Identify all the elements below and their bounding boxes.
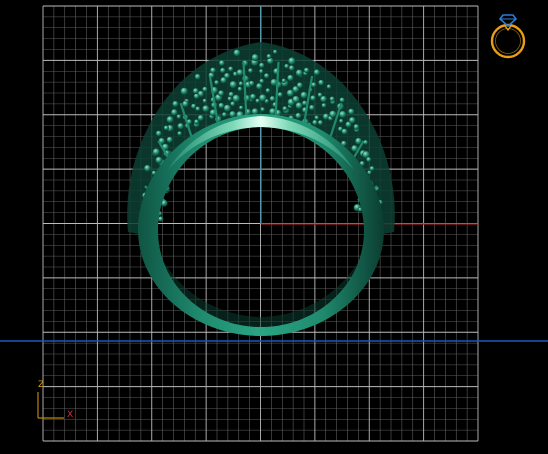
pave-gem xyxy=(258,68,264,74)
pave-gem xyxy=(218,59,225,67)
pave-gem xyxy=(317,119,324,126)
pave-gem xyxy=(260,106,266,112)
pave-gem xyxy=(193,119,200,125)
pave-gem xyxy=(152,148,161,156)
pave-gem xyxy=(170,108,178,116)
pave-gem xyxy=(317,92,323,98)
pave-gem xyxy=(269,95,276,102)
pave-gem xyxy=(338,110,347,119)
pave-gem xyxy=(219,67,226,74)
pave-gem xyxy=(272,49,278,55)
pave-gem xyxy=(338,118,344,124)
pave-gem xyxy=(163,125,169,131)
ring-view-icon[interactable] xyxy=(486,8,530,62)
pave-gem xyxy=(229,110,237,118)
pave-gem xyxy=(238,81,244,87)
pave-gem xyxy=(326,84,332,90)
pave-gem xyxy=(281,78,287,84)
pave-gem xyxy=(249,93,257,100)
pave-gem xyxy=(176,114,182,120)
pave-gem xyxy=(282,105,288,112)
pave-gem xyxy=(339,97,345,103)
pave-gem xyxy=(247,67,254,74)
pave-gem xyxy=(218,102,225,109)
pave-gem xyxy=(143,164,152,172)
pave-gem xyxy=(238,105,244,111)
pave-gem xyxy=(233,49,241,57)
pave-gem xyxy=(369,165,375,172)
pave-gem xyxy=(223,72,231,80)
pave-gem xyxy=(277,91,284,98)
pave-gem xyxy=(258,93,267,102)
pave-gem xyxy=(353,123,360,130)
pave-gem xyxy=(365,156,372,163)
pave-gem xyxy=(202,98,208,104)
pave-gem xyxy=(248,80,255,87)
pave-gem xyxy=(177,130,183,136)
pave-gem xyxy=(213,79,220,86)
pave-gem xyxy=(347,108,355,115)
pave-gem xyxy=(194,73,201,80)
pave-gem xyxy=(217,89,225,97)
pave-gem xyxy=(228,91,235,98)
pave-gem xyxy=(308,104,315,111)
pave-gem xyxy=(192,87,199,95)
pave-gem xyxy=(180,87,189,96)
pave-gem xyxy=(329,96,335,102)
pave-gem xyxy=(321,102,327,109)
pave-gem xyxy=(259,78,265,84)
pave-gem xyxy=(295,112,302,119)
pave-gem xyxy=(292,95,300,104)
axis-triad xyxy=(37,392,64,419)
pave-gem xyxy=(209,67,217,74)
pave-gem xyxy=(193,93,200,100)
pave-gem xyxy=(166,136,174,144)
pave-gem xyxy=(258,62,265,69)
pave-gem xyxy=(287,57,296,65)
pave-gem xyxy=(221,111,228,118)
pave-gem xyxy=(251,53,259,62)
pave-gem xyxy=(237,86,243,92)
pave-gem xyxy=(288,64,295,72)
pave-gem xyxy=(348,116,356,124)
pave-gem xyxy=(300,91,308,99)
pave-gem xyxy=(311,119,318,126)
pave-gem xyxy=(309,94,317,102)
pave-gem xyxy=(341,128,348,135)
axis-x-label: X xyxy=(67,410,74,420)
pave-gem xyxy=(155,130,162,137)
pave-gem xyxy=(177,122,185,130)
3d-viewport[interactable]: Z X xyxy=(0,0,548,454)
pave-gem xyxy=(328,110,337,118)
pave-gem xyxy=(155,156,163,164)
pave-gem xyxy=(227,66,234,72)
pave-gem xyxy=(190,103,197,110)
pave-gem xyxy=(172,100,179,108)
pave-gem xyxy=(251,107,259,116)
axis-z-label: Z xyxy=(38,380,45,390)
pave-gem xyxy=(202,104,210,113)
pave-gem xyxy=(317,79,325,86)
pave-gem xyxy=(283,63,290,69)
viewport-scene[interactable] xyxy=(0,0,548,454)
pave-gem xyxy=(223,104,232,112)
pave-gem xyxy=(286,74,294,82)
pave-gem xyxy=(313,68,321,76)
pave-gem xyxy=(236,68,244,77)
pave-gem xyxy=(255,82,263,90)
pave-gem xyxy=(202,86,208,93)
pave-gem xyxy=(295,101,303,110)
pave-gem xyxy=(303,67,310,74)
pave-gem xyxy=(265,87,271,94)
pave-gem xyxy=(263,72,270,79)
pave-gem xyxy=(314,115,320,121)
pave-gem xyxy=(229,80,238,89)
pave-gem xyxy=(166,115,174,124)
pave-gem xyxy=(295,69,303,77)
pave-gem xyxy=(266,53,272,59)
pave-gem xyxy=(296,82,304,89)
pave-gem xyxy=(181,100,189,108)
